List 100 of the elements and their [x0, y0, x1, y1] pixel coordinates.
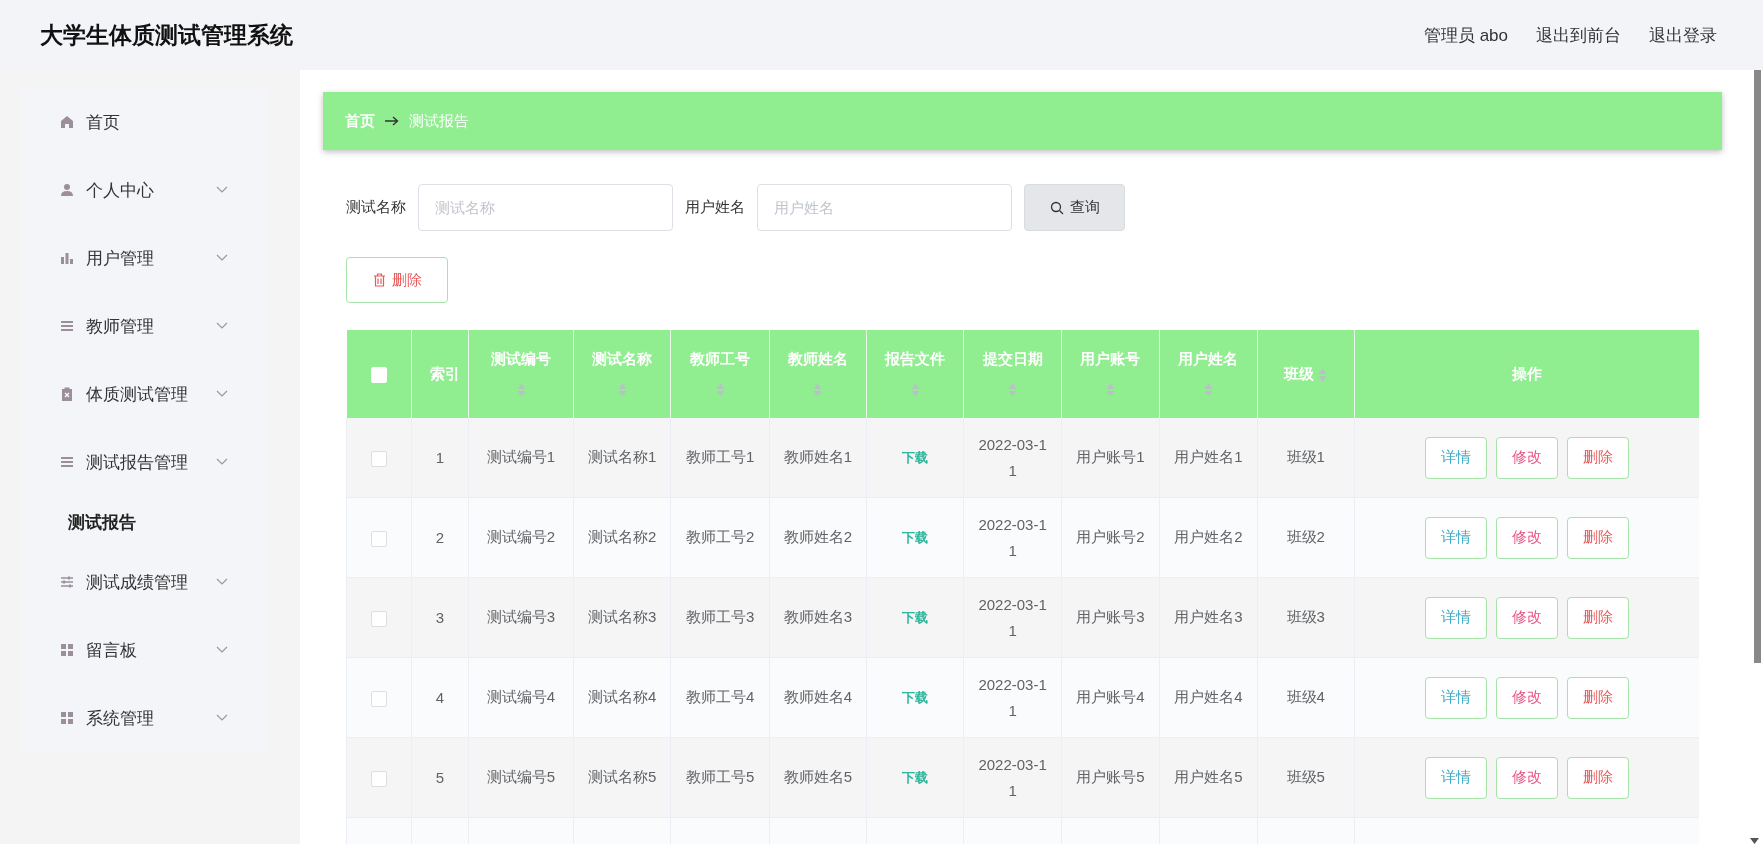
field-label: 测试名称 — [346, 198, 406, 217]
chevron-down-icon — [216, 714, 228, 722]
menu-item[interactable]: 体质测试管理 — [22, 360, 268, 428]
search-icon — [1049, 200, 1064, 215]
row-checkbox[interactable] — [370, 450, 387, 467]
table-cell: 用户姓名1 — [1174, 448, 1243, 465]
table-cell: 测试编号4 — [486, 688, 556, 705]
delete-row-button[interactable]: 删除 — [1566, 436, 1629, 479]
chevron-down-icon — [216, 254, 228, 262]
menu-item[interactable]: 教师管理 — [22, 292, 268, 360]
edit-button[interactable]: 修改 — [1495, 756, 1558, 799]
table-cell: 测试编号1 — [486, 448, 556, 465]
sort-icon[interactable] — [1203, 383, 1213, 398]
table-cell: 测试编号3 — [486, 608, 556, 625]
edit-button[interactable]: 修改 — [1495, 516, 1558, 559]
list-icon — [60, 455, 74, 469]
table-cell: 2022-03-11 — [978, 435, 1047, 479]
table-cell: 2022-03-11 — [978, 675, 1047, 719]
table-cell: 班级2 — [1286, 528, 1325, 545]
menu-item[interactable]: 测试报告管理 — [22, 428, 268, 496]
chevron-down-icon — [216, 390, 228, 398]
table-cell: 用户账号2 — [1076, 528, 1145, 545]
header-link[interactable]: 退出登录 — [1649, 23, 1717, 47]
home-icon — [60, 115, 74, 129]
scroll-down-icon[interactable] — [1750, 838, 1759, 844]
edit-button[interactable]: 修改 — [1495, 596, 1558, 639]
sliders-icon — [60, 575, 74, 589]
sort-icon[interactable] — [1008, 383, 1018, 398]
header-link[interactable]: 退出到前台 — [1536, 23, 1621, 47]
edit-button[interactable]: 修改 — [1495, 436, 1558, 479]
table-cell: 测试名称2 — [588, 528, 657, 545]
field-label: 用户姓名 — [685, 198, 745, 217]
list-icon — [60, 319, 74, 333]
table-cell: 用户账号1 — [1076, 448, 1145, 465]
row-checkbox[interactable] — [370, 610, 387, 627]
scrollbar-thumb[interactable] — [1754, 70, 1761, 663]
table-cell: 班级5 — [1286, 768, 1325, 785]
table-cell: 班级4 — [1286, 688, 1325, 705]
menu-item[interactable]: 测试成绩管理 — [22, 548, 268, 616]
menu-item[interactable]: 留言板 — [22, 616, 268, 684]
table-cell: 用户姓名3 — [1174, 608, 1243, 625]
edit-button[interactable]: 修改 — [1495, 676, 1558, 719]
details-button[interactable]: 详情 — [1424, 676, 1487, 719]
download-link[interactable]: 下载 — [902, 690, 929, 705]
menu-item[interactable]: 首页 — [22, 88, 268, 156]
delete-row-button[interactable]: 删除 — [1566, 596, 1629, 639]
sort-icon[interactable] — [715, 383, 725, 398]
details-button[interactable]: 详情 — [1424, 516, 1487, 559]
download-link[interactable]: 下载 — [902, 610, 929, 625]
sort-icon[interactable] — [617, 383, 627, 398]
search-button[interactable]: 查询 — [1024, 184, 1125, 231]
table-cell: 5 — [435, 769, 445, 786]
bar-chart-icon — [60, 251, 74, 265]
table-cell: 测试名称3 — [588, 608, 657, 625]
table-cell: 教师姓名4 — [783, 688, 853, 705]
download-link[interactable]: 下载 — [902, 450, 929, 465]
select-all-checkbox[interactable] — [370, 367, 387, 384]
table-cell: 2 — [435, 529, 445, 546]
table-cell: 教师姓名1 — [783, 448, 853, 465]
row-checkbox[interactable] — [370, 690, 387, 707]
menu-item[interactable]: 用户管理 — [22, 224, 268, 292]
chevron-down-icon — [216, 186, 228, 194]
download-link[interactable]: 下载 — [902, 530, 929, 545]
header-link[interactable]: 管理员 abo — [1423, 23, 1508, 47]
delete-button[interactable]: 删除 — [346, 257, 448, 303]
table-cell: 教师工号5 — [685, 768, 755, 785]
grid-icon — [60, 711, 74, 725]
delete-row-button[interactable]: 删除 — [1566, 516, 1629, 559]
row-checkbox[interactable] — [370, 770, 387, 787]
sort-icon[interactable] — [1318, 368, 1328, 383]
sort-icon[interactable] — [910, 383, 920, 398]
app-title: 大学生体质测试管理系统 — [40, 20, 293, 50]
submenu-item[interactable]: 测试报告 — [22, 496, 268, 548]
chevron-down-icon — [216, 646, 228, 654]
table-cell: 教师工号4 — [685, 688, 755, 705]
details-button[interactable]: 详情 — [1424, 756, 1487, 799]
delete-row-button[interactable]: 删除 — [1566, 756, 1629, 799]
search-field[interactable]: 用户姓名 — [757, 184, 1012, 231]
delete-row-button[interactable]: 删除 — [1566, 676, 1629, 719]
sort-icon[interactable] — [813, 383, 823, 398]
table-cell: 用户账号4 — [1076, 688, 1145, 705]
sort-icon[interactable] — [516, 383, 526, 398]
sort-icon[interactable] — [1106, 383, 1115, 398]
details-button[interactable]: 详情 — [1424, 436, 1487, 479]
table-cell: 2022-03-11 — [978, 755, 1047, 799]
table-cell: 用户姓名4 — [1174, 688, 1243, 705]
table-cell: 班级3 — [1286, 608, 1325, 625]
clipboard-icon — [60, 387, 74, 401]
table-cell: 1 — [435, 449, 445, 466]
download-link[interactable]: 下载 — [902, 770, 929, 785]
menu-item[interactable]: 系统管理 — [22, 684, 268, 752]
table-cell: 测试名称5 — [588, 768, 657, 785]
row-checkbox[interactable] — [370, 530, 387, 547]
chevron-down-icon — [216, 322, 228, 330]
table-cell: 测试名称4 — [588, 688, 657, 705]
details-button[interactable]: 详情 — [1424, 596, 1487, 639]
column-header: 索引 — [429, 365, 460, 382]
search-field[interactable]: 测试名称 — [418, 184, 673, 231]
menu-item[interactable]: 个人中心 — [22, 156, 268, 224]
user-icon — [60, 183, 74, 197]
